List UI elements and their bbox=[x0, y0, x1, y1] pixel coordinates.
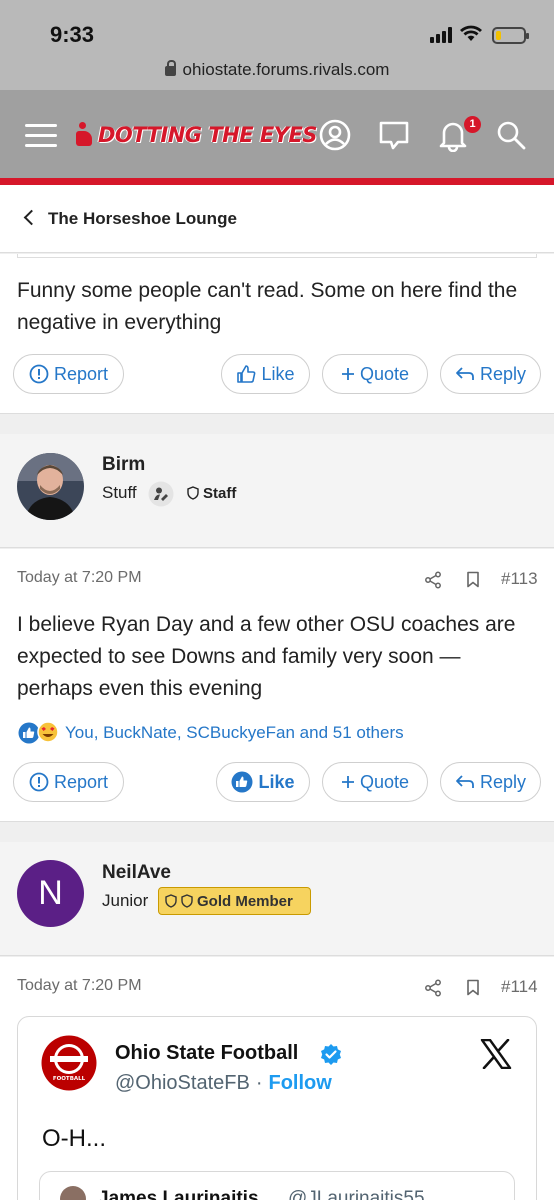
thumbs-up-icon bbox=[237, 365, 256, 383]
tweet-account-name[interactable]: Ohio State Football bbox=[115, 1042, 298, 1065]
post-113-user-title: Stuff bbox=[102, 483, 137, 502]
reply-icon bbox=[456, 367, 474, 380]
post-113-user: Birm Stuff Staff bbox=[0, 434, 554, 548]
member-badge-label: Gold Member bbox=[197, 892, 293, 910]
status-bar: 9:33 bbox=[0, 0, 554, 54]
reactions-text: You, BuckNate, SCBuckyeFan and 51 others bbox=[65, 723, 404, 742]
notification-badge: 1 bbox=[464, 116, 481, 133]
post-114-user: N NeilAve Junior Gold Member bbox=[0, 842, 554, 956]
reactions-bar[interactable]: You, BuckNate, SCBuckyeFan and 51 others bbox=[17, 721, 404, 745]
avatar[interactable] bbox=[17, 453, 84, 520]
wifi-icon bbox=[460, 25, 482, 41]
report-label: Report bbox=[53, 363, 109, 384]
tweet-handle[interactable]: @OhioStateFB bbox=[115, 1072, 250, 1095]
quoted-handle: @JLaurinaitis55 bbox=[288, 1188, 425, 1200]
chat-icon[interactable] bbox=[377, 118, 411, 152]
liked-thumbs-up-icon bbox=[231, 771, 253, 793]
site-logo[interactable]: DOTTING THE EYES bbox=[74, 120, 317, 150]
reply-button[interactable]: Reply bbox=[440, 354, 541, 394]
quoted-author: James Laurinaitis bbox=[98, 1188, 259, 1200]
quoted-tweet[interactable]: James Laurinaitis @JLaurinaitis55 bbox=[39, 1171, 515, 1200]
url-text: ohiostate.forums.rivals.com bbox=[182, 60, 390, 79]
post-113-number[interactable]: #113 bbox=[501, 569, 538, 589]
quote-button[interactable]: Quote bbox=[322, 762, 428, 802]
logo-mark-icon bbox=[74, 122, 94, 148]
x-logo-icon[interactable] bbox=[480, 1039, 512, 1069]
report-icon bbox=[29, 772, 49, 792]
avatar[interactable]: N bbox=[17, 860, 84, 927]
breadcrumb[interactable]: The Horseshoe Lounge bbox=[0, 185, 554, 253]
like-label: Like bbox=[258, 771, 295, 792]
post-114-user-title: Junior bbox=[102, 891, 149, 910]
shield-icon bbox=[181, 894, 193, 908]
account-icon[interactable] bbox=[318, 118, 352, 152]
site-header: DOTTING THE EYES 1 bbox=[0, 90, 554, 178]
header-accent-line bbox=[0, 178, 554, 185]
shield-icon bbox=[165, 894, 177, 908]
reaction-icons bbox=[18, 721, 59, 744]
report-icon bbox=[29, 364, 49, 384]
bookmark-icon[interactable] bbox=[466, 571, 480, 588]
post-prev-text: Funny some people can't read. Some on he… bbox=[17, 279, 518, 334]
like-button[interactable]: Like bbox=[216, 762, 310, 802]
verified-badge-icon bbox=[321, 1044, 341, 1065]
report-button[interactable]: Report bbox=[13, 354, 124, 394]
lock-icon bbox=[164, 60, 176, 76]
post-113-author[interactable]: Birm bbox=[102, 454, 145, 476]
tweet-text: O-H... bbox=[42, 1125, 106, 1152]
like-button[interactable]: Like bbox=[221, 354, 310, 394]
menu-icon[interactable] bbox=[25, 124, 57, 148]
signal-icon bbox=[430, 27, 456, 43]
report-label: Report bbox=[53, 771, 109, 792]
tweet-separator: · bbox=[255, 1072, 263, 1094]
post-113: Today at 7:20 PM #113 I believe Ryan Day… bbox=[0, 549, 554, 822]
staff-user-icon bbox=[148, 481, 174, 507]
battery-icon bbox=[492, 27, 529, 44]
reply-label: Reply bbox=[479, 771, 527, 792]
share-icon[interactable] bbox=[424, 979, 442, 997]
member-badge: Gold Member bbox=[158, 887, 311, 915]
quote-box-edge bbox=[17, 254, 537, 258]
avatar bbox=[60, 1186, 86, 1200]
post-114-timestamp[interactable]: Today at 7:20 PM bbox=[17, 977, 142, 995]
chevron-left-icon bbox=[23, 209, 40, 226]
search-icon[interactable] bbox=[494, 118, 528, 152]
post-113-text: I believe Ryan Day and a few other OSU c… bbox=[17, 613, 516, 700]
reply-label: Reply bbox=[479, 363, 527, 384]
reply-button[interactable]: Reply bbox=[440, 762, 541, 802]
reply-icon bbox=[456, 775, 474, 788]
quote-label: Quote bbox=[359, 363, 410, 384]
embedded-tweet[interactable]: FOOTBALL Ohio State Football @OhioStateF… bbox=[17, 1016, 537, 1200]
post-prev: Funny some people can't read. Some on he… bbox=[0, 254, 554, 414]
breadcrumb-label: The Horseshoe Lounge bbox=[48, 209, 237, 228]
share-icon[interactable] bbox=[424, 571, 442, 589]
ohio-state-logo: FOOTBALL bbox=[41, 1035, 97, 1091]
tweet-handle-row: @OhioStateFB · Follow bbox=[115, 1072, 332, 1095]
like-label: Like bbox=[261, 363, 295, 384]
status-time: 9:33 bbox=[50, 22, 95, 47]
report-button[interactable]: Report bbox=[13, 762, 124, 802]
plus-icon bbox=[341, 776, 354, 788]
quote-button[interactable]: Quote bbox=[322, 354, 428, 394]
site-logo-text: DOTTING THE EYES bbox=[98, 123, 317, 147]
bookmark-icon[interactable] bbox=[466, 979, 480, 996]
post-113-timestamp[interactable]: Today at 7:20 PM bbox=[17, 569, 142, 587]
battery-level bbox=[496, 31, 501, 40]
staff-label: Staff bbox=[203, 485, 237, 502]
post-114-author[interactable]: NeilAve bbox=[102, 862, 171, 884]
address-bar[interactable]: ohiostate.forums.rivals.com bbox=[0, 54, 554, 90]
quote-label: Quote bbox=[359, 771, 410, 792]
follow-button[interactable]: Follow bbox=[268, 1072, 331, 1095]
shield-icon bbox=[187, 486, 199, 500]
logo-text: FOOTBALL bbox=[53, 1076, 86, 1082]
plus-icon bbox=[341, 368, 354, 380]
post-114-number[interactable]: #114 bbox=[501, 977, 538, 997]
